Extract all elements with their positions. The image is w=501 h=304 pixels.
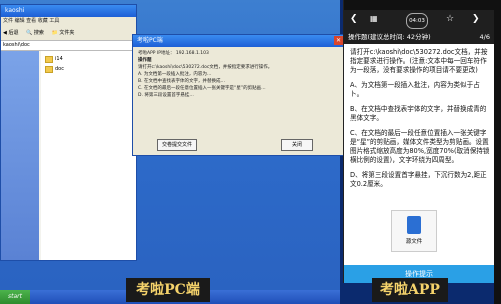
explorer-titlebar[interactable]: kaoshi <box>1 5 136 17</box>
back-button[interactable]: ◀ 后退 <box>3 30 18 36</box>
timer: 04:03 <box>406 13 428 29</box>
dialog-titlebar[interactable]: 考啦PC端 ✕ <box>133 35 345 47</box>
back-icon[interactable]: ❮ <box>350 14 358 24</box>
folders-label: 文件夹 <box>59 30 75 36</box>
document-icon <box>407 216 421 234</box>
explorer-toolbar: ◀ 后退 🔍 搜索 📁 文件夹 <box>1 26 136 41</box>
start-button[interactable]: start <box>0 290 30 304</box>
explorer-title: kaoshi <box>5 7 25 14</box>
question-item-b: B、在文档中查找表宇体的文字，并替换成青的黑体文字。 <box>350 105 487 122</box>
app-caption: 考啦APP <box>372 278 448 302</box>
back-label: 后退 <box>8 30 19 36</box>
file-name: i14 <box>55 56 63 62</box>
explorer-menu[interactable]: 文件 编辑 查看 收藏 工具 <box>1 17 136 26</box>
folder-icon <box>45 65 53 73</box>
pc-desktop: kaoshi 文件 编辑 查看 收藏 工具 ◀ 后退 🔍 搜索 📁 文件夹 ka… <box>0 0 346 304</box>
dialog-title: 考啦PC端 <box>137 37 163 44</box>
attachment-label: 源文件 <box>405 239 423 245</box>
question-type: 操作题(建议总时间: 42分钟) <box>348 33 431 41</box>
folder-icon <box>45 55 53 63</box>
page-counter: 4/6 <box>479 33 490 41</box>
answer-sheet-icon[interactable]: ▦ <box>370 14 378 23</box>
dialog-line: B. 在文档中查找表字体的文字，并替换成… <box>138 79 225 84</box>
search-button[interactable]: 🔍 搜索 <box>26 30 44 36</box>
phone-app: ❮ ▦ 04:03 ☆ ❯ 操作题(建议总时间: 42分钟) 4/6 请打开c:… <box>343 0 494 283</box>
explorer-task-pane <box>1 51 39 260</box>
app-ip-label: 考啦APP IP地址： 192.168.1.103 <box>138 51 209 56</box>
kaola-pc-dialog: 考啦PC端 ✕ 考啦APP IP地址： 192.168.1.103 操作题 请打… <box>132 34 346 156</box>
file-item[interactable]: doc <box>45 65 64 73</box>
question-item-a: A、为文档第一段插入批注，内容为类似于占卜。 <box>350 81 480 98</box>
explorer-window: kaoshi 文件 编辑 查看 收藏 工具 ◀ 后退 🔍 搜索 📁 文件夹 ka… <box>0 4 137 261</box>
file-name: doc <box>55 66 64 72</box>
right-edge <box>494 0 501 304</box>
dialog-line: D. 将第三段设置首字悬挂… <box>138 93 194 98</box>
file-item[interactable]: i14 <box>45 55 63 63</box>
question-intro: 请打开c:\kaoshi\doc\530272.doc文档，并按指定要求进行操作… <box>350 48 488 74</box>
dialog-close-button[interactable]: 关闭 <box>281 139 313 151</box>
dialog-line: C. 在文档的最后一段任意位置插入一张关键字是“星”的剪贴画… <box>138 86 266 91</box>
phone-status-bar <box>344 0 494 10</box>
question-item-d: D、将第三段设置首字悬挂，下沉行数为2,距正文0.2厘米。 <box>350 171 487 188</box>
attachment[interactable]: 源文件 <box>391 210 437 252</box>
pc-caption: 考啦PC端 <box>126 278 210 302</box>
dialog-line: A. 为文档第一段插入批注，内容为… <box>138 72 212 77</box>
star-icon[interactable]: ☆ <box>446 14 454 24</box>
next-icon[interactable]: ❯ <box>472 14 480 24</box>
timer-value: 04:03 <box>409 18 425 24</box>
address-bar[interactable]: kaoshi\doc <box>1 41 136 51</box>
question-header: 操作题(建议总时间: 42分钟) 4/6 <box>344 30 494 44</box>
app-navbar: ❮ ▦ 04:03 ☆ ❯ <box>344 10 494 30</box>
file-list: i14 doc <box>41 51 136 260</box>
search-label: 搜索 <box>33 30 44 36</box>
dialog-heading: 操作题 <box>138 58 152 63</box>
question-item-c: C、在文档的最后一段任意位置插入一张关键字是“星”的剪贴画，媒体文件类型为剪贴画… <box>350 129 490 164</box>
dialog-line: 请打开c:\kaoshi\doc\530272.doc文档，并按指定要求进行操作… <box>138 65 273 70</box>
close-icon[interactable]: ✕ <box>334 36 343 45</box>
submit-button[interactable]: 交卷提交文件 <box>157 139 197 151</box>
folders-button[interactable]: 📁 文件夹 <box>51 30 74 36</box>
